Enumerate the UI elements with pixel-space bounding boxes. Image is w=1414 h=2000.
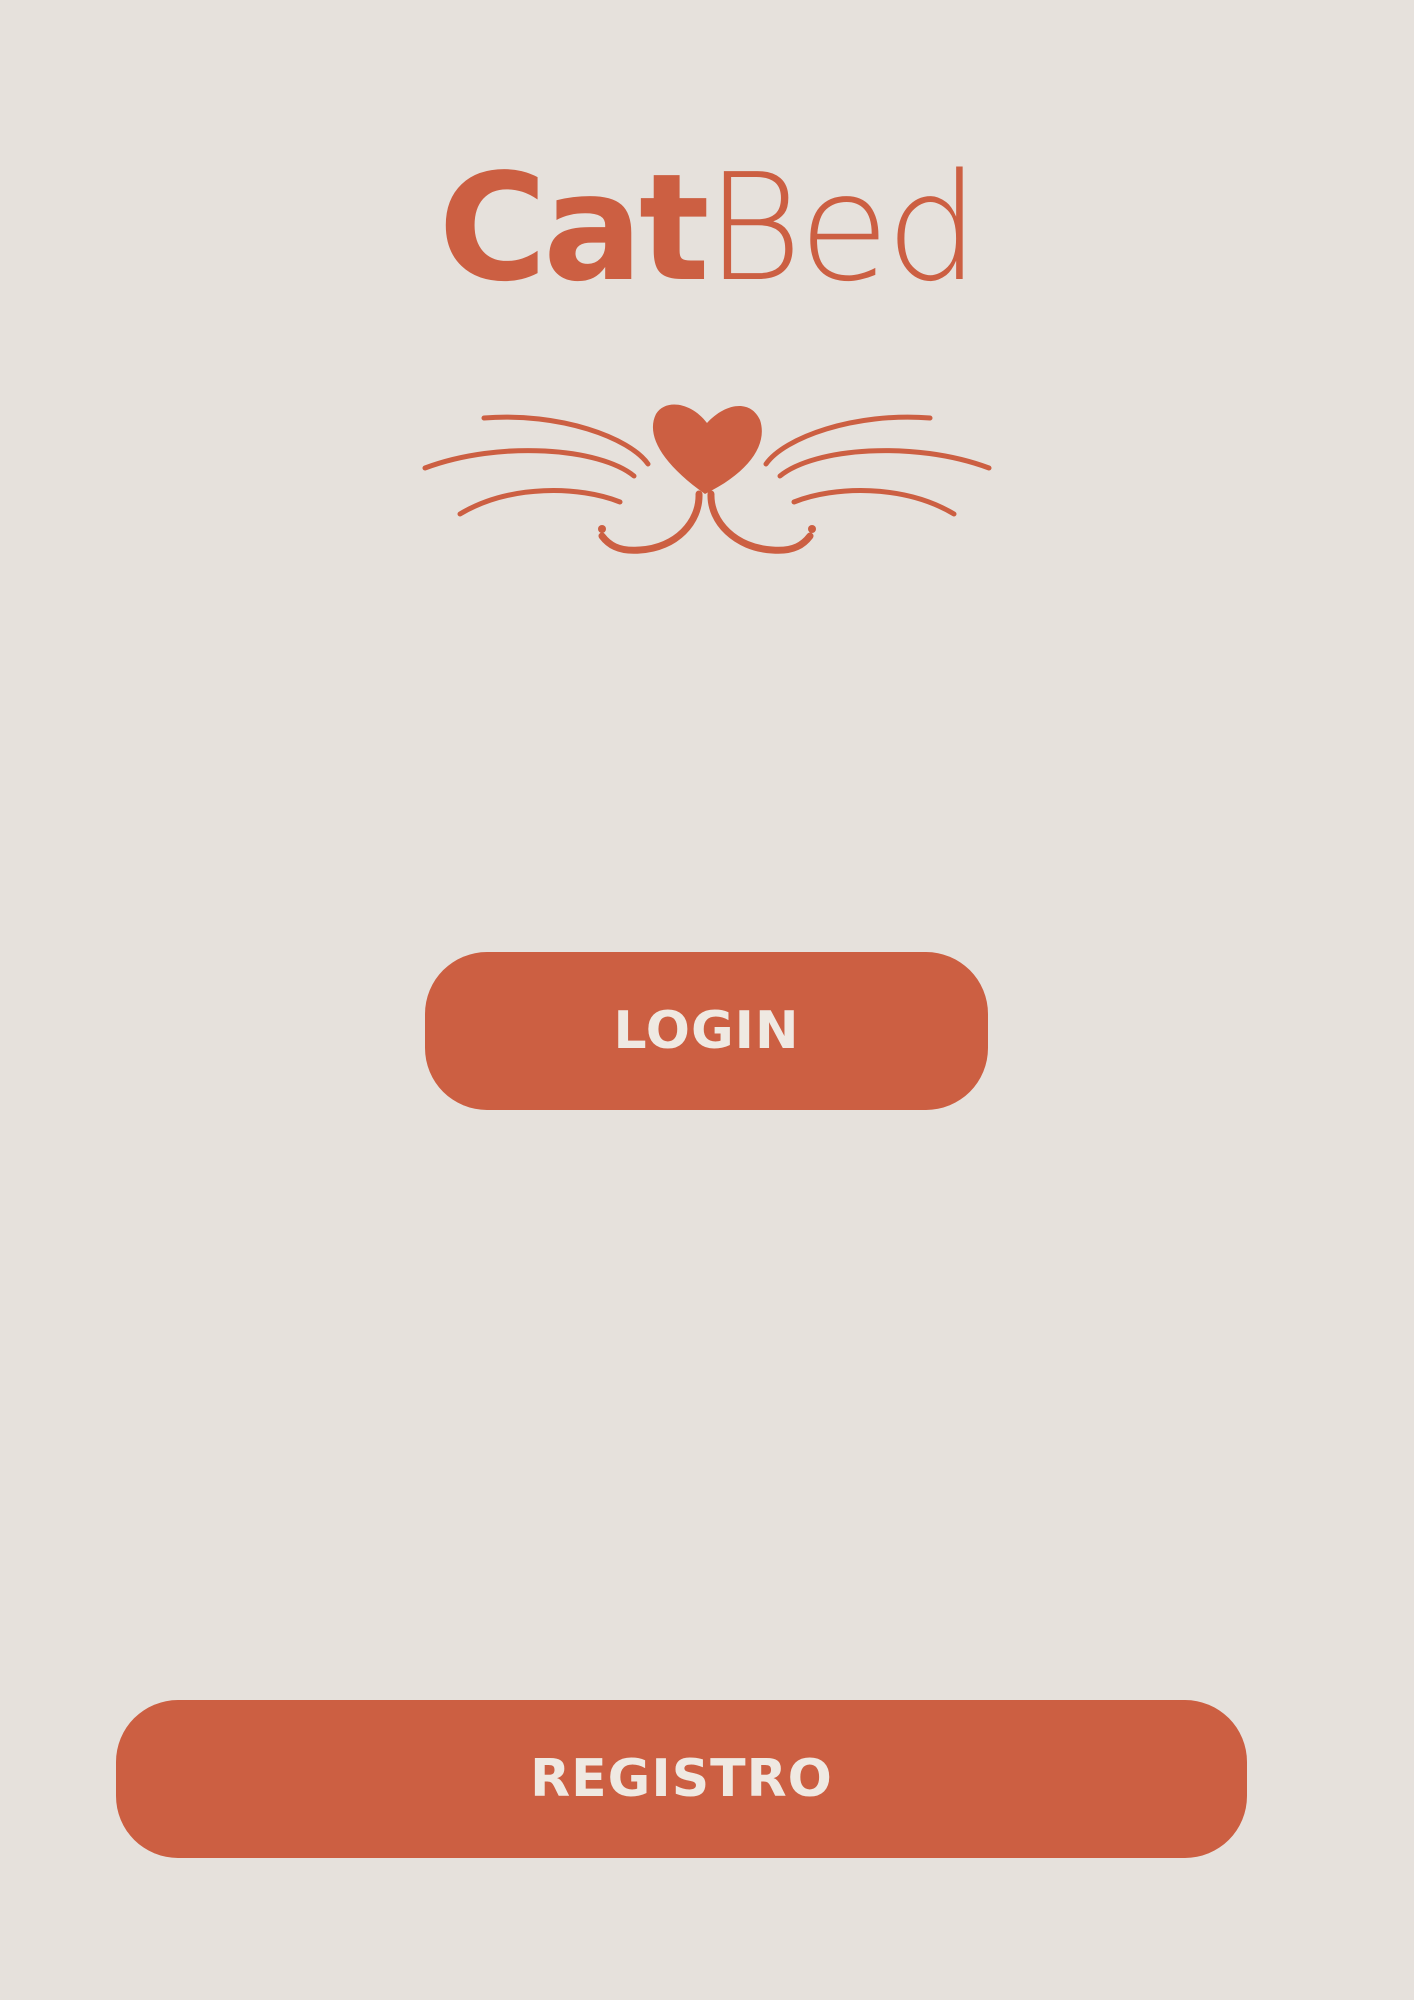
logo-light-text: Bed [705,142,980,314]
app-logo-title: CatBed [0,148,1414,308]
login-button[interactable]: LOGIN [425,952,988,1110]
logo-bold-text: Cat [438,142,709,314]
register-button[interactable]: REGISTRO [116,1700,1247,1858]
cat-nose-whiskers-icon [422,404,992,554]
